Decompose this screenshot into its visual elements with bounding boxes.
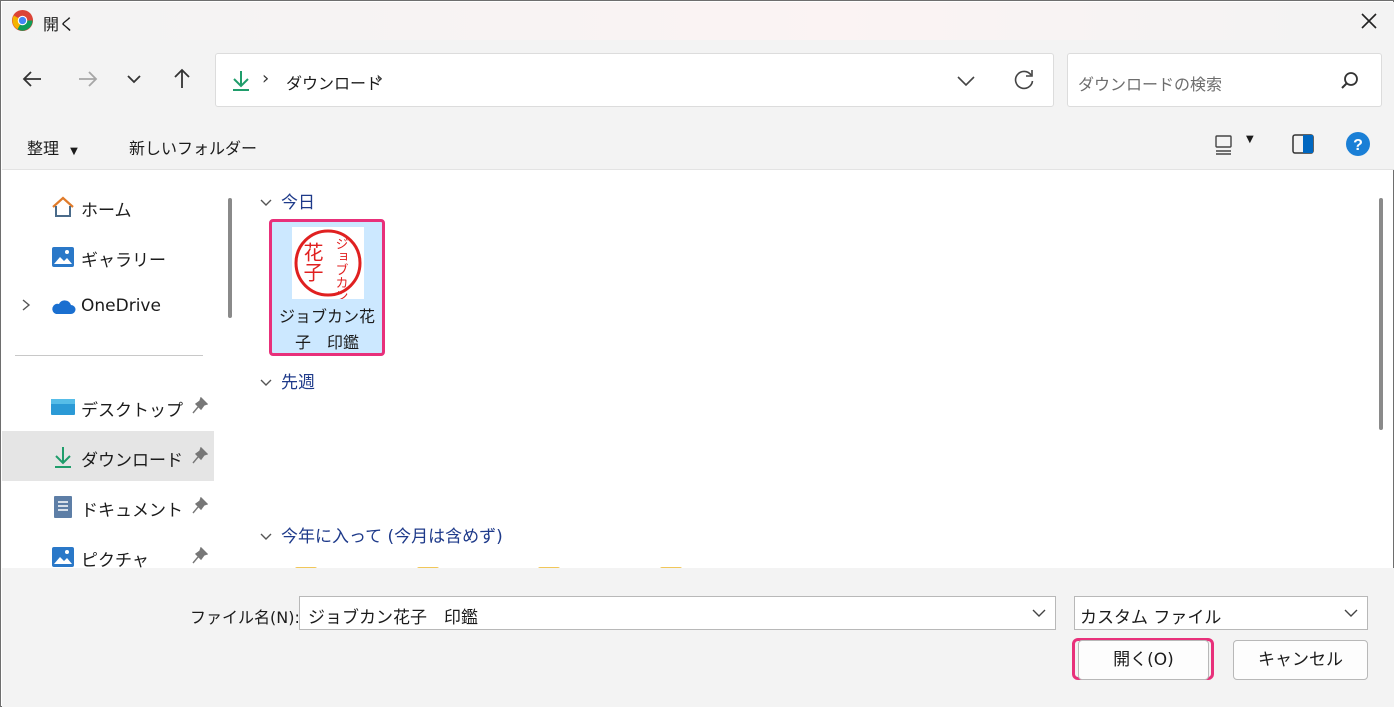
search-box[interactable]: ダウンロードの検索 [1067,53,1382,107]
chevron-down-icon [1344,609,1358,617]
caret-down-icon[interactable]: ▼ [1246,134,1254,145]
back-arrow-icon[interactable] [16,62,50,96]
sidebar-item-label: デスクトップ [81,401,183,421]
help-icon[interactable]: ? [1344,130,1372,158]
chevron-down-icon[interactable] [954,69,978,93]
cancel-button[interactable]: キャンセル [1233,640,1368,680]
pictures-icon [52,547,74,567]
address-bar[interactable]: › ダウンロード › [215,53,1054,107]
pin-icon [192,397,208,414]
onedrive-icon [52,300,76,314]
sidebar-item-label: ギャラリー [81,251,166,271]
forward-arrow-icon[interactable] [70,62,104,96]
open-button-highlight: 開く(O) [1072,638,1214,680]
breadcrumb-downloads[interactable]: ダウンロード [286,70,382,94]
download-icon [55,447,71,468]
pin-icon [192,447,208,464]
sidebar-item-home[interactable]: ホーム [2,181,214,231]
sidebar-scrollbar[interactable] [228,198,232,318]
chevron-down-icon[interactable] [1031,606,1047,620]
breadcrumb-separator[interactable]: › [376,68,383,89]
sidebar-item-label: ドキュメント [81,501,183,521]
file-name-line: 子 印鑑 [294,333,359,352]
dialog-footer: ファイル名(N): ジョブカン花子 印鑑 カスタム ファイル 開く(O) キャン… [2,568,1394,707]
close-icon[interactable] [1354,6,1384,36]
chrome-icon [11,9,34,32]
file-item-hanko[interactable]: 花子 ジョブカン ジョブカン花 子 印鑑 [269,219,385,356]
filename-label: ファイル名(N): [190,608,300,627]
view-icon[interactable] [1210,130,1238,158]
file-name-line: ジョブカン花 [278,307,375,326]
group-label: 今日 [281,193,315,213]
open-file-dialog: 開く › ダウンロード › ダウンロードの検索 整理 ▼ 新しいフォルダー ▼ … [0,0,1394,707]
title-bar: 開く [2,2,1394,40]
sidebar-item-label: ピクチャ [81,551,149,568]
pin-icon [192,547,208,564]
sidebar-item-documents[interactable]: ドキュメント [2,481,214,531]
seal-image: 花子 ジョブカン [292,227,364,299]
seal-text: ジョブカン [333,237,348,299]
file-list: 今日 花子 ジョブカン ジョブカン花 子 印鑑 先週 今年に入って (今月は含め… [243,171,1369,568]
window-title: 開く [43,15,76,34]
file-type-select[interactable]: カスタム ファイル [1074,596,1368,630]
content-scrollbar[interactable] [1379,198,1383,430]
sidebar-item-label: OneDrive [81,296,161,316]
group-header-today[interactable]: 今日 [259,188,315,213]
gallery-icon [52,247,74,267]
open-button[interactable]: 開く(O) [1078,640,1209,680]
sidebar-item-downloads[interactable]: ダウンロード [2,431,214,481]
filename-field[interactable]: ジョブカン花子 印鑑 [299,596,1056,630]
filename-value: ジョブカン花子 印鑑 [308,608,478,628]
sidebar-item-gallery[interactable]: ギャラリー [2,231,214,281]
sidebar-divider [15,355,203,356]
download-icon [233,71,249,91]
document-icon [54,496,72,518]
home-icon [52,196,74,217]
organize-label: 整理 [27,139,60,158]
organize-button[interactable]: 整理 ▼ [27,135,78,159]
chevron-right-icon[interactable] [20,298,32,312]
search-icon[interactable] [1339,70,1361,92]
seal-text: 花子 [300,242,324,282]
command-bar: 整理 ▼ 新しいフォルダー ▼ ? [2,120,1394,170]
sidebar-item-desktop[interactable]: デスクトップ [2,381,214,431]
svg-text:?: ? [1353,137,1363,154]
sidebar-item-onedrive[interactable]: OneDrive [2,281,214,331]
group-header-this-year[interactable]: 今年に入って (今月は含めず) [259,522,503,547]
desktop-icon [51,399,75,415]
file-type-value: カスタム ファイル [1080,608,1222,628]
group-label: 先週 [281,373,315,393]
sidebar-item-label: ホーム [81,201,132,221]
sidebar-item-label: ダウンロード [81,451,183,471]
sidebar-item-pictures[interactable]: ピクチャ [2,531,214,568]
refresh-icon[interactable] [1011,67,1037,93]
navigation-pane: ホーム ギャラリー OneDrive デスクトップ ダウンロード ドキュメント … [2,171,242,568]
group-header-last-week[interactable]: 先週 [259,368,315,393]
group-label: 今年に入って (今月は含めず) [281,527,503,547]
new-folder-button[interactable]: 新しいフォルダー [129,135,257,159]
up-arrow-icon[interactable] [165,62,199,96]
navigation-bar: › ダウンロード › ダウンロードの検索 [2,40,1394,120]
file-name: ジョブカン花 子 印鑑 [272,304,382,356]
caret-down-icon: ▼ [70,146,78,157]
chevron-down-icon [260,379,272,386]
chevron-down-icon [260,533,272,540]
chevron-down-icon [260,199,272,206]
preview-pane-icon[interactable] [1289,130,1317,158]
pin-icon [192,497,208,514]
search-input[interactable]: ダウンロードの検索 [1078,71,1222,95]
chevron-down-icon[interactable] [117,62,151,96]
breadcrumb-separator: › [262,68,270,89]
